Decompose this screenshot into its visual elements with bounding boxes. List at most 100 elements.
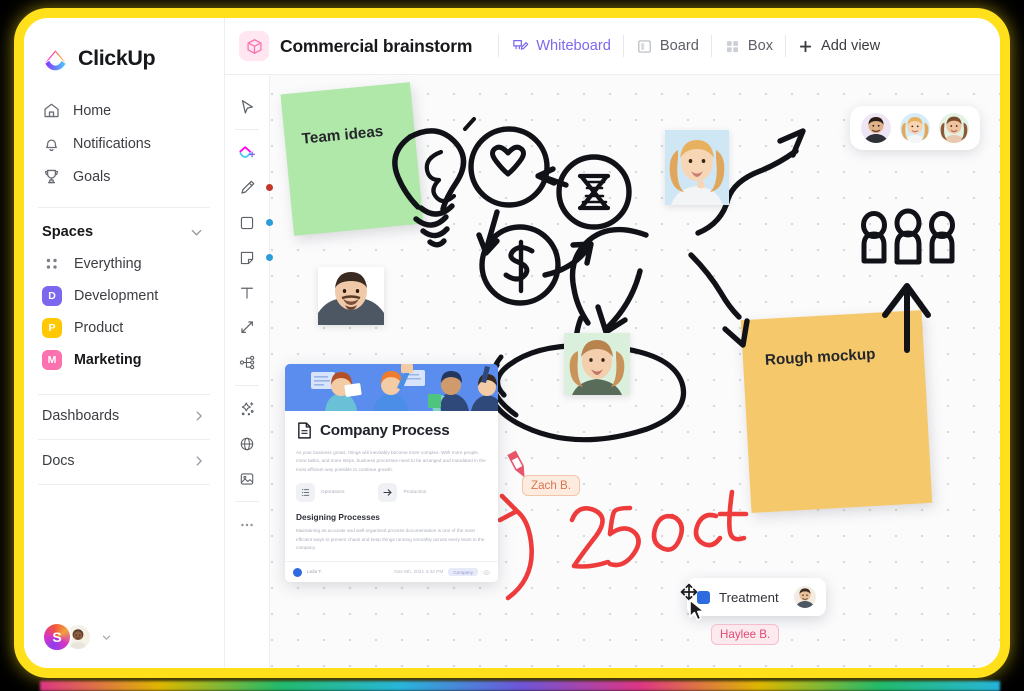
sidebar-item-notifications[interactable]: Notifications <box>34 127 214 160</box>
trophy-icon <box>42 167 61 186</box>
embed-tool-button[interactable] <box>230 426 264 461</box>
document-card-chips: Operations Production <box>296 483 487 503</box>
sidebar-item-label: Notifications <box>73 135 151 152</box>
document-card-title: Company Process <box>320 422 450 439</box>
collaborator-avatars[interactable] <box>850 106 980 150</box>
grid-dots-icon <box>42 254 62 274</box>
connector-tool-button[interactable] <box>230 310 264 345</box>
sidebar-item-goals[interactable]: Goals <box>34 160 214 193</box>
divider <box>710 35 712 57</box>
collaborator-tag-haylee: Haylee B. <box>711 624 780 645</box>
sidebar-divider-4 <box>38 484 210 485</box>
document-card-paragraph: As your business grows, things will inev… <box>296 450 486 472</box>
tab-box[interactable]: Box <box>724 38 773 55</box>
brand-name: ClickUp <box>78 46 156 70</box>
sidebar-item-label: Product <box>74 320 124 336</box>
sidebar-item-label: Docs <box>42 453 75 469</box>
sidebar-item-label: Dashboards <box>42 408 120 424</box>
avatar[interactable] <box>900 113 930 143</box>
board-icon <box>636 38 653 55</box>
chevron-right-icon <box>192 409 206 423</box>
sidebar-item-marketing[interactable]: M Marketing <box>34 344 214 376</box>
chevron-down-icon[interactable] <box>189 225 204 240</box>
box-grid-icon <box>724 38 741 55</box>
document-card-body: Company Process As your business grows, … <box>285 411 498 561</box>
topbar: Commercial brainstorm Whiteboard Board B… <box>225 18 1000 75</box>
document-card-title-row: Company Process <box>296 421 487 440</box>
space-badge-marketing: M <box>42 350 62 370</box>
more-tools-button[interactable] <box>230 507 264 542</box>
sidebar-item-dashboards[interactable]: Dashboards <box>34 395 214 437</box>
select-tool-button[interactable] <box>230 89 264 124</box>
document-card-tag: Company <box>448 568 478 576</box>
spaces-title: Spaces <box>42 224 94 240</box>
photo-member-2[interactable] <box>665 130 729 205</box>
box-3d-icon <box>239 31 269 61</box>
bell-icon <box>42 134 61 153</box>
main-area: Commercial brainstorm Whiteboard Board B… <box>225 18 1000 668</box>
shapes-tool-button[interactable] <box>230 135 264 170</box>
document-card-chip-label: Production <box>403 490 427 496</box>
document-card-footer: Leila T. Nov 8th, 2021 4:42 PM Company <box>285 561 498 582</box>
divider <box>785 35 786 57</box>
list-icon <box>296 483 315 503</box>
avatar[interactable] <box>939 113 969 143</box>
eye-icon[interactable] <box>483 569 490 576</box>
page-title: Commercial brainstorm <box>280 35 473 56</box>
pen-tool-button[interactable] <box>230 170 273 205</box>
mindmap-tool-button[interactable] <box>230 345 264 380</box>
sidebar-item-label: Goals <box>73 168 111 185</box>
plus-icon <box>798 39 813 54</box>
avatar[interactable]: S <box>42 622 72 652</box>
ai-tool-button[interactable] <box>230 391 264 426</box>
avatar[interactable] <box>793 586 816 608</box>
task-card-treatment[interactable]: Treatment <box>687 578 826 616</box>
chevron-down-icon[interactable] <box>101 632 112 643</box>
sidebar: ClickUp Home Notifications Goals Spaces … <box>24 18 225 668</box>
sidebar-item-development[interactable]: D Development <box>34 280 214 312</box>
document-icon <box>296 421 313 440</box>
avatar <box>293 567 302 577</box>
collaborator-tag-zach: Zach B. <box>522 475 580 496</box>
image-tool-button[interactable] <box>230 461 264 496</box>
sidebar-user-area[interactable]: S <box>24 606 224 668</box>
tab-whiteboard[interactable]: Whiteboard <box>511 37 611 55</box>
primary-nav: Home Notifications Goals <box>24 94 224 193</box>
photo-member-1[interactable] <box>318 267 384 325</box>
whiteboard-toolbar <box>225 75 273 668</box>
screenshot-root: ClickUp Home Notifications Goals Spaces … <box>0 0 1024 691</box>
spaces-list: Everything D Development P Product M Mar… <box>24 248 224 376</box>
add-view-label: Add view <box>821 38 881 54</box>
text-tool-button[interactable] <box>230 275 264 310</box>
divider <box>622 35 624 57</box>
pen-color-indicator <box>266 184 273 191</box>
tab-label: Board <box>659 38 699 54</box>
tab-board[interactable]: Board <box>636 38 699 55</box>
sticky-note-tool-button[interactable] <box>230 240 273 275</box>
brand[interactable]: ClickUp <box>24 18 224 72</box>
toolbar-divider <box>235 501 259 502</box>
avatar[interactable] <box>861 113 891 143</box>
chromatic-edge-decoration <box>40 681 1000 691</box>
photo-member-3[interactable] <box>564 333 630 395</box>
add-view-button[interactable]: Add view <box>798 38 880 54</box>
toolbar-divider <box>235 129 259 130</box>
sidebar-item-docs[interactable]: Docs <box>34 440 214 482</box>
whiteboard-canvas[interactable]: Team ideas Rough mockup Company Process … <box>225 75 1000 668</box>
sidebar-item-home[interactable]: Home <box>34 94 214 127</box>
sidebar-item-label: Development <box>74 288 159 304</box>
sidebar-item-everything[interactable]: Everything <box>34 248 214 280</box>
document-card-chip-operations[interactable]: Operations <box>296 483 344 503</box>
divider <box>498 35 500 57</box>
sidebar-item-product[interactable]: P Product <box>34 312 214 344</box>
rectangle-tool-button[interactable] <box>230 205 273 240</box>
spaces-header[interactable]: Spaces <box>24 208 224 248</box>
document-card-chip-production[interactable]: Production <box>378 483 427 503</box>
sticky-color-indicator <box>266 254 273 261</box>
chevron-right-icon <box>192 454 206 468</box>
sidebar-item-label: Everything <box>74 256 142 272</box>
space-badge-development: D <box>42 286 62 306</box>
document-card-company-process[interactable]: Company Process As your business grows, … <box>285 364 498 582</box>
tab-label: Box <box>747 38 773 54</box>
whiteboard-icon <box>511 37 529 55</box>
